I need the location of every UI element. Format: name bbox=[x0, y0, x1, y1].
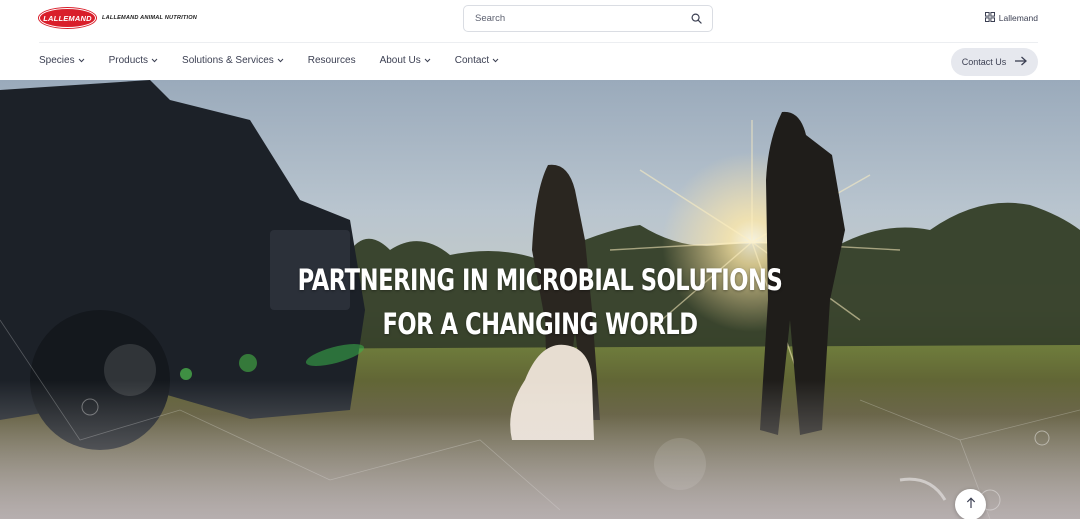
chevron-down-icon bbox=[492, 58, 499, 63]
hero-headline-line-2: FOR A CHANGING WORLD bbox=[382, 307, 698, 341]
nav-item-label: Resources bbox=[307, 55, 356, 66]
nav-item-label: Contact bbox=[454, 55, 490, 66]
logo-subtitle: LALLEMAND ANIMAL NUTRITION bbox=[102, 15, 198, 21]
nav-item-label: Products bbox=[108, 55, 149, 66]
top-bar: LALLEMAND LALLEMAND ANIMAL NUTRITION Lal… bbox=[0, 0, 1080, 42]
hero-headline: PARTNERING IN MICROBIAL SOLUTIONS FOR A … bbox=[119, 258, 961, 346]
nav-item-label: Species bbox=[39, 55, 75, 66]
chevron-down-icon bbox=[277, 58, 284, 63]
nav-item-label: Solutions & Services bbox=[182, 55, 274, 66]
search-box[interactable] bbox=[463, 5, 713, 32]
main-nav: Species Products Solutions & Services Re… bbox=[0, 43, 1080, 80]
nav-item-products[interactable]: Products bbox=[109, 55, 158, 66]
nav-item-species[interactable]: Species bbox=[39, 55, 85, 66]
nav-item-about-us[interactable]: About Us bbox=[380, 55, 431, 66]
nav-item-contact[interactable]: Contact bbox=[455, 55, 499, 66]
nav-item-solutions-services[interactable]: Solutions & Services bbox=[182, 55, 284, 66]
contact-us-button[interactable]: Contact Us bbox=[951, 48, 1038, 76]
brand-logo[interactable]: LALLEMAND LALLEMAND ANIMAL NUTRITION bbox=[39, 8, 197, 28]
search-input[interactable] bbox=[475, 13, 690, 24]
brand-switcher-label: Lallemand bbox=[998, 13, 1038, 23]
nav-item-resources[interactable]: Resources bbox=[308, 55, 356, 66]
grid-icon bbox=[984, 12, 995, 24]
brand-switcher[interactable]: Lallemand bbox=[984, 12, 1038, 24]
hero-banner: PARTNERING IN MICROBIAL SOLUTIONS FOR A … bbox=[0, 80, 1080, 519]
arrow-up-icon bbox=[966, 496, 976, 514]
hero-headline-line-1: PARTNERING IN MICROBIAL SOLUTIONS bbox=[297, 263, 783, 297]
logo-mark: LALLEMAND bbox=[39, 8, 96, 28]
arrow-right-icon bbox=[1014, 56, 1028, 68]
nav-item-label: About Us bbox=[379, 55, 421, 66]
contact-us-label: Contact Us bbox=[961, 57, 1007, 67]
chevron-down-icon bbox=[151, 58, 158, 63]
scroll-to-top-button[interactable] bbox=[955, 489, 986, 519]
chevron-down-icon bbox=[424, 58, 431, 63]
search-icon[interactable] bbox=[690, 13, 702, 25]
chevron-down-icon bbox=[78, 58, 85, 63]
